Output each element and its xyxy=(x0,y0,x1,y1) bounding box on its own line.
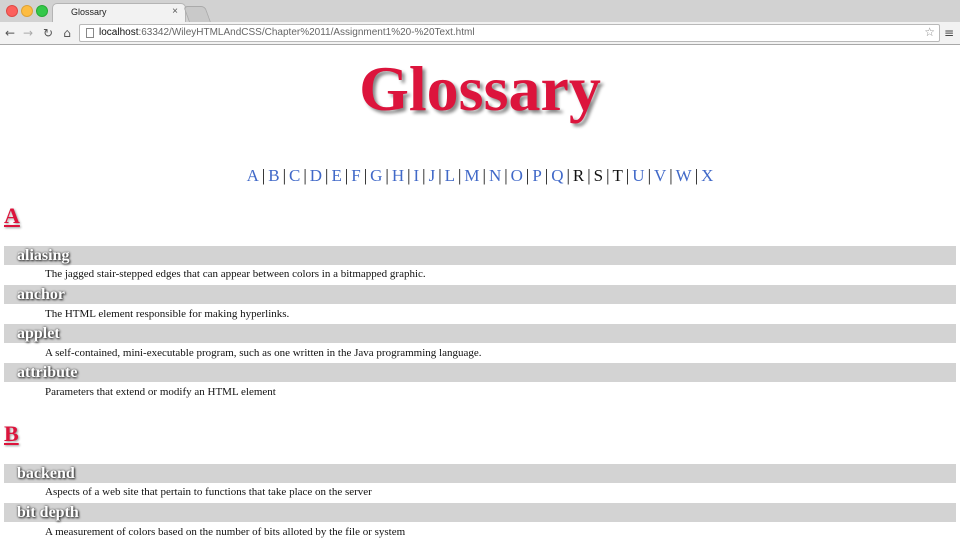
back-icon[interactable]: ← xyxy=(2,25,18,41)
section-heading-b[interactable]: B xyxy=(4,422,19,446)
nav-letter-h[interactable]: H xyxy=(392,166,404,185)
nav-separator: | xyxy=(566,166,570,185)
nav-separator: | xyxy=(363,166,368,185)
definition-backend: Aspects of a web site that pertain to fu… xyxy=(45,486,372,498)
nav-separator: | xyxy=(669,166,673,185)
nav-letter-x[interactable]: X xyxy=(701,166,713,185)
nav-separator: | xyxy=(344,166,349,185)
nav-letter-o[interactable]: O xyxy=(511,166,523,185)
nav-separator: | xyxy=(438,166,442,185)
nav-letter-e[interactable]: E xyxy=(331,166,341,185)
term-applet: applet xyxy=(4,324,956,343)
address-bar[interactable]: localhost:63342/WileyHTMLAndCSS/Chapter%… xyxy=(79,24,940,42)
nav-separator: | xyxy=(544,166,549,185)
alphabet-nav: A | B | C | D | E | F | G | H | I | J | L | M | N | O | P | Q | R | S | T | U |… xyxy=(0,166,960,186)
nav-separator: | xyxy=(525,166,530,185)
nav-letter-m[interactable]: M xyxy=(464,166,479,185)
nav-letter-d[interactable]: D xyxy=(310,166,322,185)
nav-separator: | xyxy=(261,166,266,185)
tab-title: Glossary xyxy=(71,7,107,17)
nav-letter-v[interactable]: V xyxy=(654,166,666,185)
star-icon[interactable]: ☆ xyxy=(924,25,935,39)
nav-letter-q[interactable]: Q xyxy=(551,166,563,185)
definition-aliasing: The jagged stair-stepped edges that can … xyxy=(45,268,426,280)
definition-applet: A self-contained, mini-executable progra… xyxy=(45,347,482,359)
nav-letter-f[interactable]: F xyxy=(351,166,360,185)
url-host: localhost xyxy=(99,27,139,38)
nav-separator: | xyxy=(694,166,699,185)
reload-icon[interactable]: ↻ xyxy=(40,25,56,41)
nav-letter-p[interactable]: P xyxy=(532,166,541,185)
url-path: :63342/WileyHTMLAndCSS/Chapter%2011/Assi… xyxy=(138,27,475,38)
nav-letter-u[interactable]: U xyxy=(632,166,644,185)
nav-separator: | xyxy=(625,166,630,185)
nav-separator: | xyxy=(647,166,651,185)
nav-separator: | xyxy=(422,166,426,185)
toolbar: ← → ↻ ⌂ localhost:63342/WileyHTMLAndCSS/… xyxy=(0,22,960,44)
term-aliasing: aliasing xyxy=(4,246,956,265)
definition-anchor: The HTML element responsible for making … xyxy=(45,308,290,320)
nav-letter-g[interactable]: G xyxy=(370,166,382,185)
nav-letter-b[interactable]: B xyxy=(268,166,279,185)
nav-separator: | xyxy=(587,166,591,185)
nav-separator: | xyxy=(482,166,486,185)
url-text[interactable]: localhost:63342/WileyHTMLAndCSS/Chapter%… xyxy=(99,27,475,38)
home-icon[interactable]: ⌂ xyxy=(59,25,75,41)
term-anchor: anchor xyxy=(4,285,956,304)
page-icon xyxy=(86,28,94,38)
term-attribute: attribute xyxy=(4,363,956,382)
new-tab-button[interactable] xyxy=(183,6,211,22)
section-heading-a[interactable]: A xyxy=(4,204,20,228)
menu-icon[interactable]: ≡ xyxy=(943,26,955,40)
nav-letter-t: T xyxy=(612,166,623,185)
nav-letter-s: S xyxy=(593,166,604,185)
forward-icon[interactable]: → xyxy=(20,25,36,41)
close-window-button[interactable] xyxy=(6,5,18,17)
nav-separator: | xyxy=(458,166,462,185)
nav-letter-w[interactable]: W xyxy=(676,166,692,185)
tab-strip: Glossary × xyxy=(0,0,960,23)
nav-separator: | xyxy=(303,166,307,185)
close-tab-icon[interactable]: × xyxy=(172,6,178,17)
definition-attribute: Parameters that extend or modify an HTML… xyxy=(45,386,276,398)
nav-letter-a[interactable]: A xyxy=(247,166,259,185)
nav-letter-c[interactable]: C xyxy=(289,166,300,185)
browser-chrome: Glossary × ← → ↻ ⌂ localhost:63342/Wiley… xyxy=(0,0,960,45)
minimize-window-button[interactable] xyxy=(21,5,33,17)
nav-separator: | xyxy=(385,166,389,185)
term-backend: backend xyxy=(4,464,956,483)
tab-glossary[interactable]: Glossary × xyxy=(52,3,186,23)
nav-letter-l[interactable]: L xyxy=(445,166,455,185)
term-bit-depth: bit depth xyxy=(4,503,956,522)
page-title: Glossary xyxy=(359,53,601,124)
nav-separator: | xyxy=(282,166,287,185)
nav-letter-r: R xyxy=(572,166,585,185)
definition-bit-depth: A measurement of colors based on the num… xyxy=(45,526,406,538)
page-content: Glossary A | B | C | D | E | F | G | H | I | J | L | M | N | O | P | Q… xyxy=(0,45,960,541)
nav-separator: | xyxy=(407,166,411,185)
nav-letter-n[interactable]: N xyxy=(489,166,501,185)
zoom-window-button[interactable] xyxy=(36,5,48,17)
nav-separator: | xyxy=(504,166,508,185)
nav-separator: | xyxy=(606,166,610,185)
